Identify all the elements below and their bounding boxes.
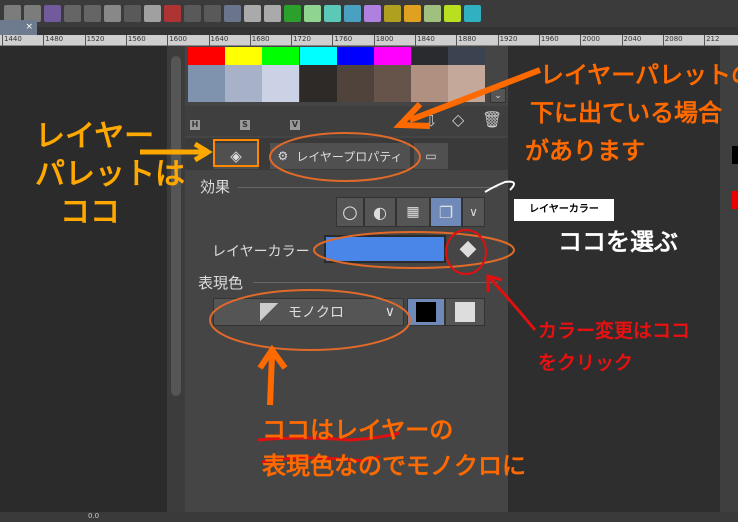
- annotation-ellipse-expression: [209, 289, 411, 351]
- annotation-box-layer-tab: [213, 139, 259, 167]
- annotation-monochrome: ココはレイヤーの 表現色なのでモノクロに: [262, 416, 526, 480]
- annotation-click-here: カラー変更はココ をクリック: [538, 320, 691, 374]
- annotation-circle-button: [445, 229, 487, 275]
- annotation-arrow-white: [484, 180, 515, 193]
- annotation-ellipse-tab: [269, 132, 421, 182]
- annotation-layer-palette: レイヤー パレットは ココ: [35, 119, 185, 230]
- annotation-arrow-red: [486, 274, 537, 331]
- annotation-arrow-up: [257, 344, 288, 406]
- annotation-arrow-below: [393, 67, 542, 129]
- annotation-select-here: ココを選ぶ: [558, 228, 678, 256]
- annotation-below-palette: レイヤーパレットの 下に出ている場合 があります: [525, 61, 738, 165]
